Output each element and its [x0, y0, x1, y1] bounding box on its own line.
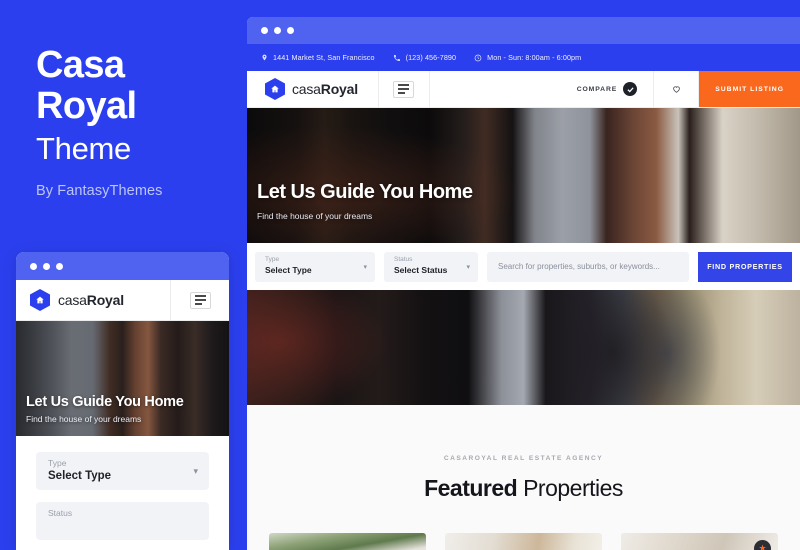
- hexagon-house-icon: [265, 78, 285, 100]
- hero-overlay: [247, 108, 800, 243]
- featured-eyebrow: CASAROYAL REAL ESTATE AGENCY: [443, 455, 604, 462]
- desktop-menu-button[interactable]: [379, 71, 429, 107]
- topbar-hours: Mon - Sun: 8:00am - 6:00pm: [474, 53, 581, 62]
- topbar-address: 1441 Market St, San Francisco: [261, 53, 375, 62]
- heart-icon: [672, 86, 680, 93]
- site-header-nav: casaRoyal COMPARE SUBMIT LISTING: [247, 71, 800, 108]
- hero-text: Let Us Guide You Home Find the house of …: [257, 181, 473, 221]
- window-dot-2: [274, 27, 281, 34]
- topbar-hours-text: Mon - Sun: 8:00am - 6:00pm: [487, 53, 582, 62]
- mobile-menu-button[interactable]: [171, 291, 229, 309]
- hero-image: Let Us Guide You Home Find the house of …: [247, 108, 800, 243]
- mobile-hero-subhead: Find the house of your dreams: [26, 414, 142, 424]
- mobile-wordmark: casaRoyal: [58, 292, 124, 308]
- site-topbar: 1441 Market St, San Francisco (123) 456-…: [247, 44, 800, 71]
- mobile-window-titlebar: [16, 252, 229, 280]
- type-value: Select Type: [265, 264, 312, 275]
- compare-label: COMPARE: [576, 85, 618, 93]
- mobile-hero-text: Let Us Guide You Home Find the house of …: [26, 394, 184, 424]
- mobile-type-value: Select Type: [48, 470, 112, 482]
- mobile-type-select[interactable]: Type Select Type ▾: [36, 452, 209, 490]
- property-card[interactable]: [269, 533, 426, 550]
- map-pin-icon: [262, 54, 267, 61]
- theme-subtitle: Theme: [36, 131, 131, 166]
- secondary-banner-image: [247, 290, 800, 405]
- desktop-mockup: 1441 Market St, San Francisco (123) 456-…: [247, 17, 800, 550]
- property-card[interactable]: ★: [621, 533, 778, 550]
- branding-column: Casa Royal Theme By FantasyThemes casaRo…: [0, 0, 245, 550]
- desktop-logo[interactable]: casaRoyal: [247, 71, 378, 107]
- compare-button[interactable]: COMPARE: [561, 71, 654, 107]
- hexagon-house-icon: [30, 289, 50, 311]
- title-block: Casa Royal Theme By FantasyThemes: [36, 44, 236, 200]
- theme-title-line1: Casa: [36, 44, 125, 86]
- window-dot-1: [30, 262, 37, 270]
- topbar-phone-text: (123) 456-7890: [405, 53, 457, 62]
- hamburger-menu-icon: [393, 80, 415, 98]
- mobile-type-label: Type: [48, 458, 67, 468]
- hero-headline: Let Us Guide You Home: [257, 181, 473, 203]
- desktop-window-titlebar: [247, 17, 800, 44]
- mobile-status-select[interactable]: Status: [36, 502, 209, 540]
- featured-section-header: CASAROYAL REAL ESTATE AGENCY Featured Pr…: [247, 405, 800, 533]
- submit-listing-button[interactable]: SUBMIT LISTING: [699, 71, 800, 107]
- hero-subhead: Find the house of your dreams: [257, 211, 373, 221]
- mobile-hero-headline: Let Us Guide You Home: [26, 394, 184, 410]
- window-dot-1: [261, 27, 268, 34]
- featured-title: Featured Properties: [424, 475, 623, 501]
- mobile-hero-image: Let Us Guide You Home Find the house of …: [16, 321, 229, 436]
- window-dot-2: [43, 262, 50, 270]
- mobile-nav: casaRoyal: [16, 280, 229, 321]
- type-label: Type: [265, 255, 280, 263]
- phone-icon: [393, 54, 400, 61]
- desktop-wordmark: casaRoyal: [292, 81, 358, 97]
- chevron-down-icon: ▾: [363, 263, 367, 271]
- window-dot-3: [287, 27, 294, 34]
- chevron-down-icon: ▾: [193, 466, 198, 476]
- type-select[interactable]: Type Select Type ▾: [255, 251, 375, 282]
- status-value: Select Status: [394, 264, 448, 275]
- featured-property-cards: ★: [247, 533, 800, 550]
- mobile-logo[interactable]: casaRoyal: [16, 289, 170, 311]
- star-icon: ★: [754, 540, 771, 550]
- mobile-mockup: casaRoyal Let Us Guide You Home Find the…: [16, 252, 229, 550]
- search-input[interactable]: Search for properties, suburbs, or keywo…: [487, 251, 689, 282]
- hamburger-menu-icon: [189, 291, 211, 309]
- theme-title-line2: Royal: [36, 85, 137, 127]
- theme-author: By FantasyThemes: [36, 183, 163, 199]
- topbar-address-text: 1441 Market St, San Francisco: [273, 53, 375, 62]
- find-properties-button[interactable]: FIND PROPERTIES: [698, 251, 792, 282]
- clock-icon: [474, 54, 482, 61]
- chevron-down-icon: ▾: [466, 263, 470, 271]
- promo-banner: Casa Royal Theme By FantasyThemes casaRo…: [0, 0, 800, 550]
- mobile-search-form: Type Select Type ▾ Status: [16, 436, 229, 540]
- mobile-status-label: Status: [48, 508, 73, 518]
- window-dot-3: [56, 262, 63, 270]
- property-card[interactable]: [445, 533, 602, 550]
- check-circle-icon: [623, 82, 638, 96]
- property-search-bar: Type Select Type ▾ Status Select Status …: [247, 243, 800, 290]
- status-label: Status: [394, 255, 413, 263]
- status-select[interactable]: Status Select Status ▾: [384, 251, 478, 282]
- topbar-phone: (123) 456-7890: [393, 53, 457, 62]
- wishlist-button[interactable]: [654, 71, 698, 107]
